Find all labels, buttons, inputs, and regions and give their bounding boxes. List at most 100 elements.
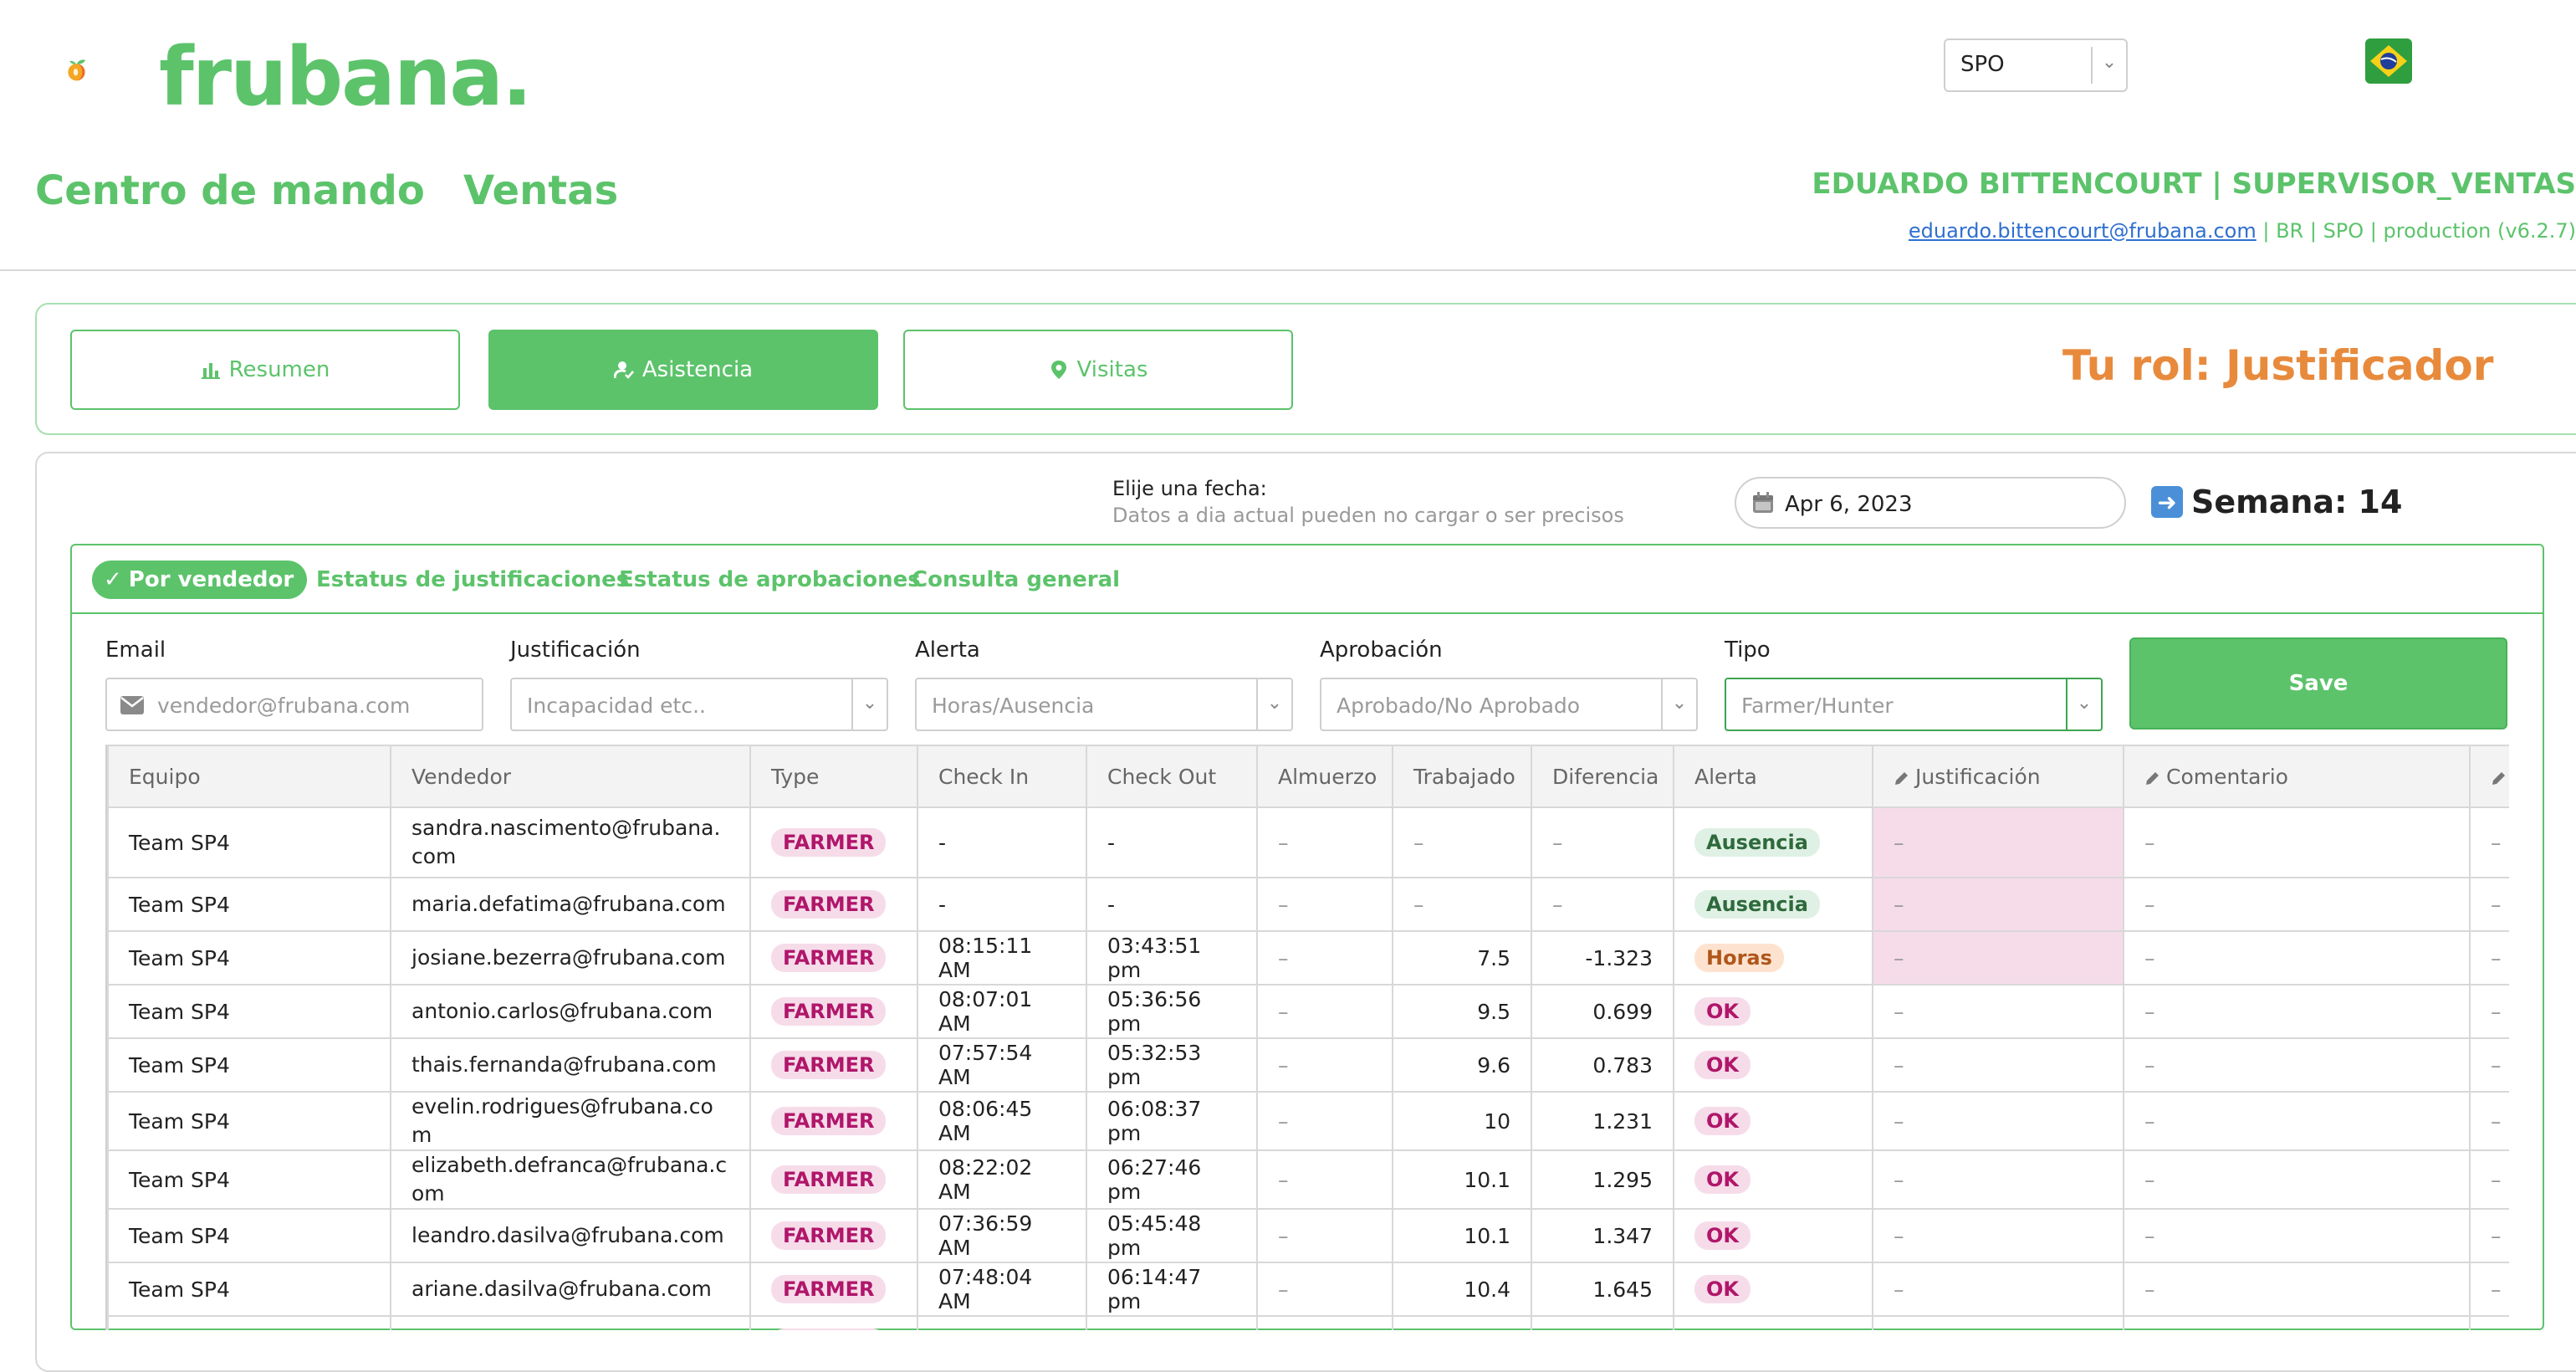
cell-extra[interactable]: – — [2469, 1037, 2509, 1093]
table-row[interactable]: Team SP4 antonio.carlos@frubana.com FARMER… — [107, 984, 2509, 1039]
alerta-filter-select[interactable]: Horas/Ausencia ⌄ — [915, 678, 1293, 731]
tab-asistencia-label: Asistencia — [641, 357, 754, 382]
table-row[interactable]: Team SP4 sandra.nascimento@frubana.com FAR… — [107, 806, 2509, 878]
subtab-consulta-general[interactable]: Consulta general — [912, 561, 1120, 599]
user-email-link[interactable]: eduardo.bittencourt@frubana.com — [1909, 219, 2257, 243]
tipo-filter-select[interactable]: Farmer/Hunter ⌄ — [1725, 678, 2103, 731]
col-alerta[interactable]: Alerta — [1673, 745, 1873, 808]
cell-comentario[interactable]: – — [2123, 877, 2471, 932]
cell-comentario[interactable]: – — [2123, 1149, 2471, 1210]
date-label: Elije una fecha: — [1112, 477, 1267, 500]
aprobacion-filter-placeholder: Aprobado/No Aprobado — [1337, 694, 1581, 718]
cell-justificacion[interactable]: – — [1872, 984, 2124, 1039]
type-badge: FARMER — [771, 1275, 887, 1303]
tab-asistencia[interactable]: Asistencia — [488, 330, 878, 410]
cell-extra[interactable]: – — [2469, 984, 2509, 1039]
subtab-por-vendedor[interactable]: ✓ Por vendedor — [92, 561, 308, 599]
subtab-estatus-aprobaciones[interactable]: Estatus de aprobaciones — [619, 561, 921, 599]
frubana-logo — [68, 59, 85, 81]
cell-justificacion[interactable]: – — [1872, 930, 2124, 985]
col-vendedor[interactable]: Vendedor — [390, 745, 751, 808]
cell-justificacion[interactable]: – — [1872, 1262, 2124, 1317]
aprobacion-filter-label: Aprobación — [1320, 637, 1443, 663]
justificacion-filter-select[interactable]: Incapacidad etc.. ⌄ — [510, 678, 888, 731]
col-comentario[interactable]: Comentario — [2123, 745, 2471, 808]
cell-comentario[interactable]: – — [2123, 930, 2471, 985]
cell-check-out: 03:43:51 pm — [1086, 930, 1258, 985]
subtab-estatus-justificaciones[interactable]: Estatus de justificaciones — [316, 561, 629, 599]
cell-justificacion[interactable]: – — [1872, 1037, 2124, 1093]
save-button[interactable]: Save — [2129, 637, 2507, 730]
alert-badge: OK — [1694, 1107, 1751, 1135]
aprobacion-filter-select[interactable]: Aprobado/No Aprobado ⌄ — [1320, 678, 1698, 731]
table-row[interactable]: Team SP4 josiane.bezerra@frubana.com FARME… — [107, 930, 2509, 985]
col-equipo[interactable]: Equipo — [107, 745, 391, 808]
table-row[interactable]: Team SP4 ariane.dasilva@frubana.com FARMER… — [107, 1262, 2509, 1317]
region-select[interactable]: SPO ⌄ — [1944, 38, 2128, 92]
check-icon: ✓ — [104, 567, 122, 592]
chevron-down-icon: ⌄ — [1266, 693, 1283, 714]
cell-extra[interactable] — [2469, 1315, 2509, 1330]
brand-wordmark: frubana. — [159, 30, 533, 124]
col-justificacion[interactable]: Justificación — [1872, 745, 2124, 808]
cell-extra[interactable]: – — [2469, 1091, 2509, 1151]
cell-trabajado: 10.1 — [1392, 1149, 1532, 1210]
alerta-filter-label: Alerta — [915, 637, 980, 663]
nav-ventas[interactable]: Ventas — [463, 167, 618, 214]
table-row[interactable]: Team SP4 elizabeth.defranca@frubana.com FA… — [107, 1149, 2509, 1210]
table-row[interactable]: Team SP4 maria.defatima@frubana.com FARMER… — [107, 877, 2509, 932]
cell-justificacion[interactable]: – — [1872, 877, 2124, 932]
col-check-in[interactable]: Check In — [917, 745, 1087, 808]
col-extra[interactable] — [2469, 745, 2509, 808]
tab-resumen[interactable]: Resumen — [70, 330, 460, 410]
cell-justificacion[interactable]: – — [1872, 1208, 2124, 1263]
cell-justificacion[interactable]: – — [1872, 1091, 2124, 1151]
cell-comentario[interactable] — [2123, 1315, 2471, 1330]
cell-extra[interactable]: – — [2469, 1208, 2509, 1263]
cell-extra[interactable]: – — [2469, 930, 2509, 985]
cell-comentario[interactable]: – — [2123, 1091, 2471, 1151]
cell-comentario[interactable]: – — [2123, 1208, 2471, 1263]
cell-almuerzo: – — [1256, 1262, 1393, 1317]
cell-type: FARMER — [749, 1262, 918, 1317]
cell-extra[interactable]: – — [2469, 806, 2509, 878]
brazil-flag-icon[interactable] — [2365, 38, 2412, 84]
cell-check-in: 08:22:02 AM — [917, 1149, 1087, 1210]
table-row[interactable]: Team SP4 evelin.rodrigues@frubana.com FARM… — [107, 1091, 2509, 1151]
envelope-icon — [120, 696, 144, 714]
cell-almuerzo: – — [1256, 1208, 1393, 1263]
cell-check-in: - — [917, 806, 1087, 878]
email-filter-input[interactable]: vendedor@frubana.com — [105, 678, 483, 731]
nav-centro-de-mando[interactable]: Centro de mando — [35, 167, 425, 214]
cell-justificacion[interactable]: – — [1872, 806, 2124, 878]
type-badge: FARMER — [771, 1165, 887, 1194]
cell-almuerzo: – — [1256, 930, 1393, 985]
table-header-row: Equipo Vendedor Type Check In Check Out … — [107, 745, 2509, 808]
cell-vendedor: thais.fernanda@frubana.com — [390, 1037, 751, 1093]
col-type[interactable]: Type — [749, 745, 918, 808]
cell-extra[interactable]: – — [2469, 1149, 2509, 1210]
cell-trabajado: 10.1 — [1392, 1208, 1532, 1263]
table-row[interactable]: FARMER — [107, 1315, 2509, 1330]
cell-extra[interactable]: – — [2469, 877, 2509, 932]
pencil-icon — [2146, 771, 2159, 785]
col-diferencia[interactable]: Diferencia — [1531, 745, 1674, 808]
table-row[interactable]: Team SP4 leandro.dasilva@frubana.com FARME… — [107, 1208, 2509, 1263]
col-trabajado[interactable]: Trabajado — [1392, 745, 1532, 808]
cell-extra[interactable]: – — [2469, 1262, 2509, 1317]
cell-comentario[interactable]: – — [2123, 1262, 2471, 1317]
col-almuerzo[interactable]: Almuerzo — [1256, 745, 1393, 808]
cell-comentario[interactable]: – — [2123, 1037, 2471, 1093]
tab-visitas[interactable]: Visitas — [903, 330, 1293, 410]
cell-comentario[interactable]: – — [2123, 806, 2471, 878]
cell-justificacion[interactable] — [1872, 1315, 2124, 1330]
date-picker[interactable]: Apr 6, 2023 — [1735, 477, 2126, 529]
cell-justificacion[interactable]: – — [1872, 1149, 2124, 1210]
cell-comentario[interactable]: – — [2123, 984, 2471, 1039]
subtab-divider — [72, 612, 2543, 614]
table-row[interactable]: Team SP4 thais.fernanda@frubana.com FARMER… — [107, 1037, 2509, 1093]
cell-check-in: 08:07:01 AM — [917, 984, 1087, 1039]
cell-vendedor: leandro.dasilva@frubana.com — [390, 1208, 751, 1263]
cell-check-out: - — [1086, 806, 1258, 878]
col-check-out[interactable]: Check Out — [1086, 745, 1258, 808]
